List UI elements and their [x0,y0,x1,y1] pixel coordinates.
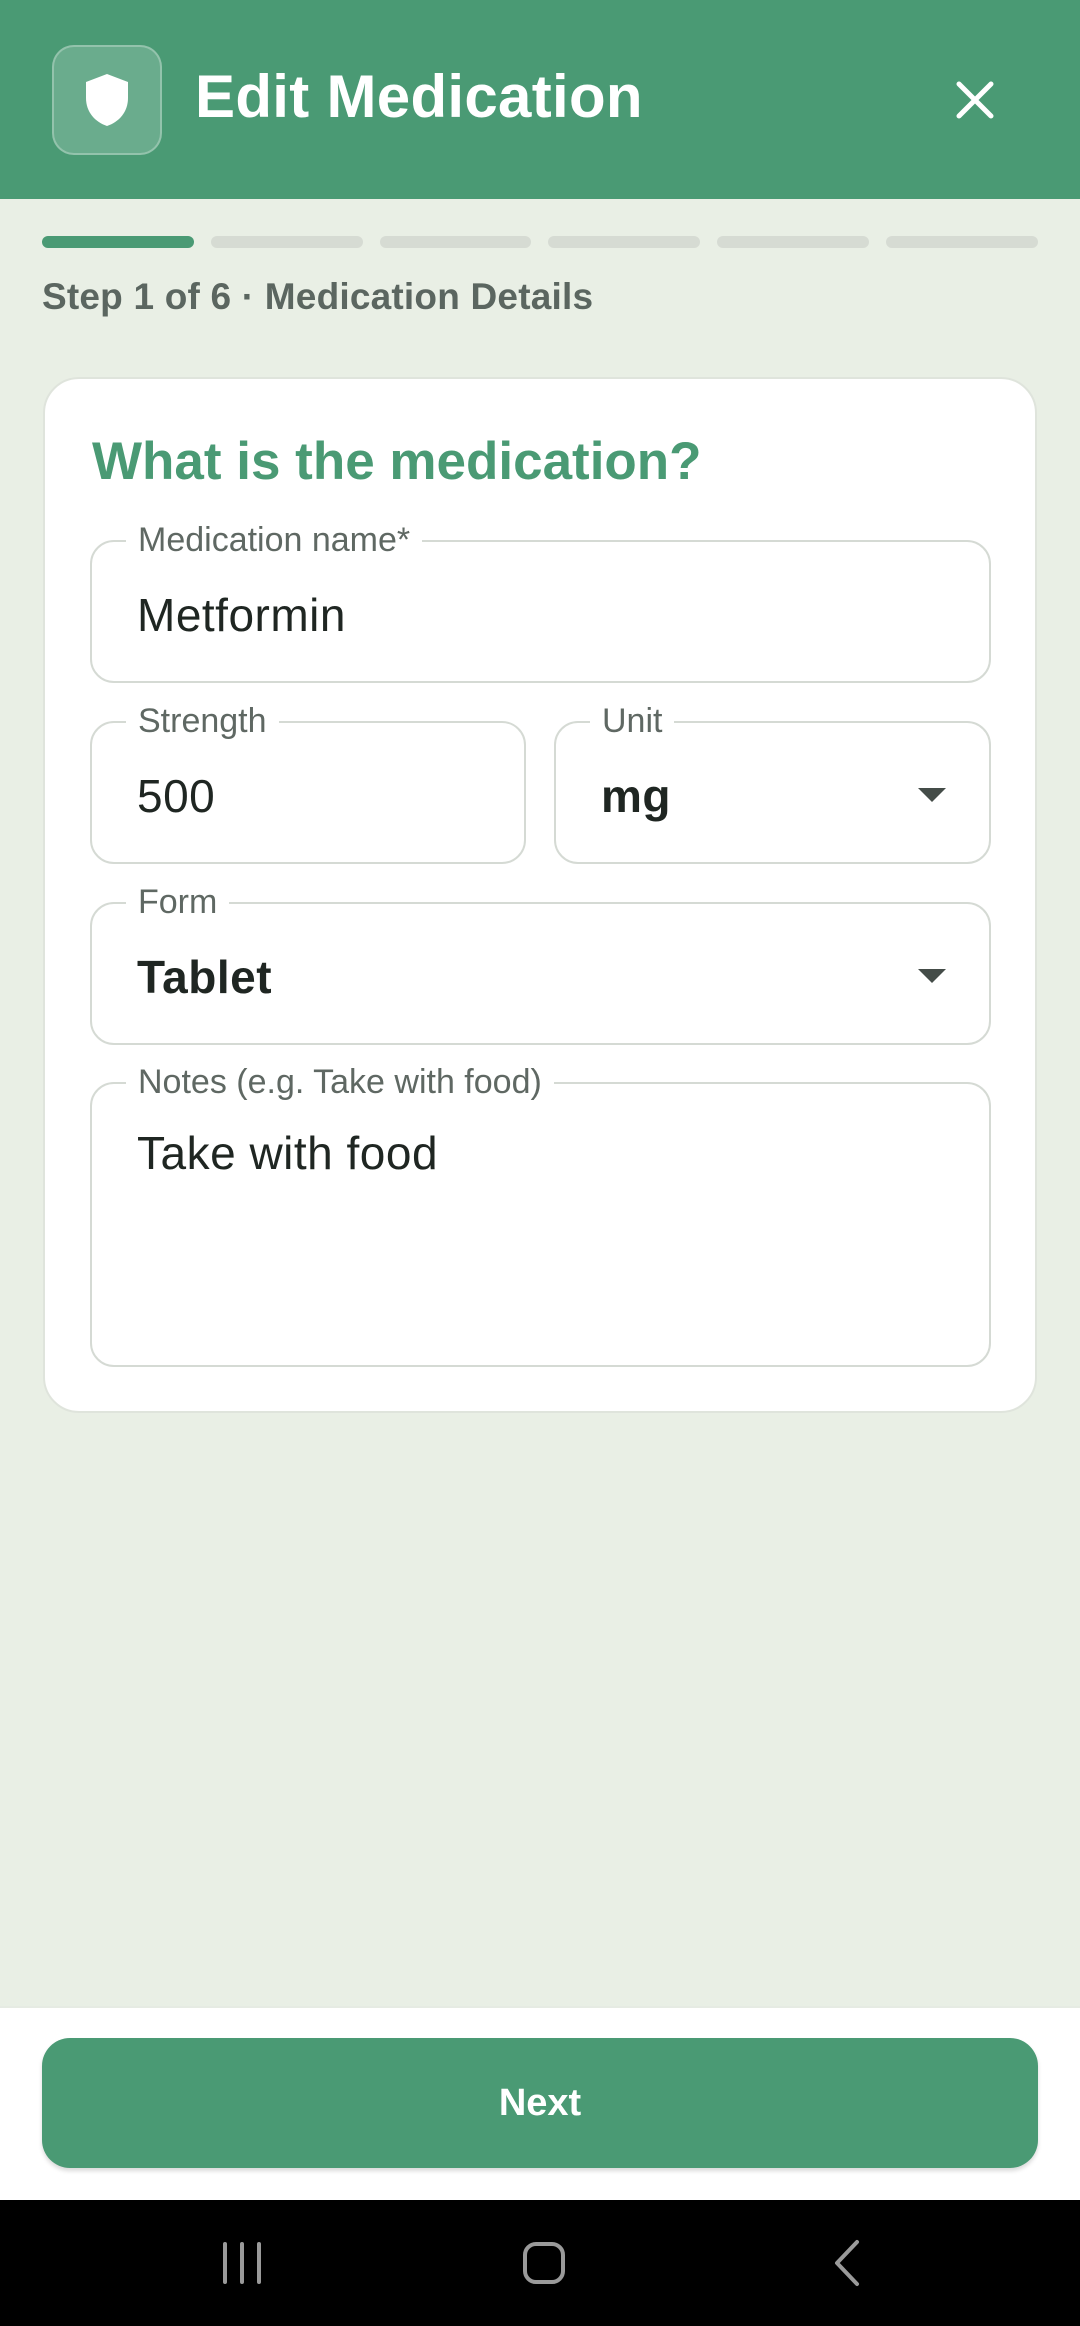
progress-segment-6 [886,236,1038,248]
form-dropdown[interactable]: Form Tablet [90,882,991,1045]
progress-segment-1 [42,236,194,248]
unit-label: Unit [590,701,675,741]
unit-dropdown[interactable]: Unit mg [554,701,991,864]
home-icon [523,2242,565,2284]
back-icon [835,2240,859,2286]
close-icon [956,81,994,119]
progress-segment-3 [379,236,532,248]
notes-label: Notes (e.g. Take with food) [126,1062,554,1102]
next-button[interactable]: Next [42,2038,1038,2168]
strength-field[interactable]: Strength 500 [90,701,526,864]
strength-label: Strength [126,701,279,741]
step-label: Step 1 of 6 · Medication Details [42,276,594,317]
app-bar: Edit Medication [0,0,1080,199]
notes-value: Take with food [137,1127,439,1179]
form-heading: What is the medication? [92,432,702,491]
recents-button[interactable] [202,2228,282,2298]
progress-segment-5 [717,236,870,248]
chevron-down-icon [918,788,946,802]
form-value: Tablet [137,951,273,1003]
strength-value: 500 [137,770,216,822]
medication-name-value: Metformin [137,589,346,641]
back-button[interactable] [807,2228,887,2298]
system-nav-bar [0,2200,1080,2326]
home-button[interactable] [504,2228,584,2298]
step-progress [42,236,1038,248]
medication-form-card: What is the medication? Medication name*… [43,377,1037,1413]
chevron-down-icon [918,969,946,983]
progress-segment-2 [210,236,363,248]
medication-name-field[interactable]: Medication name* Metformin [90,520,991,683]
recents-icon [223,2242,261,2284]
unit-value: mg [601,770,671,822]
page-title: Edit Medication [195,63,643,130]
shield-icon [86,74,128,126]
progress-segment-4 [548,236,701,248]
notes-field[interactable]: Notes (e.g. Take with food) Take with fo… [90,1062,991,1367]
app-icon-container [52,45,162,155]
bottom-action-bar: Next [0,2006,1080,2200]
form-label: Form [126,882,230,922]
medication-name-label: Medication name* [126,520,423,560]
close-button[interactable] [940,60,1010,140]
